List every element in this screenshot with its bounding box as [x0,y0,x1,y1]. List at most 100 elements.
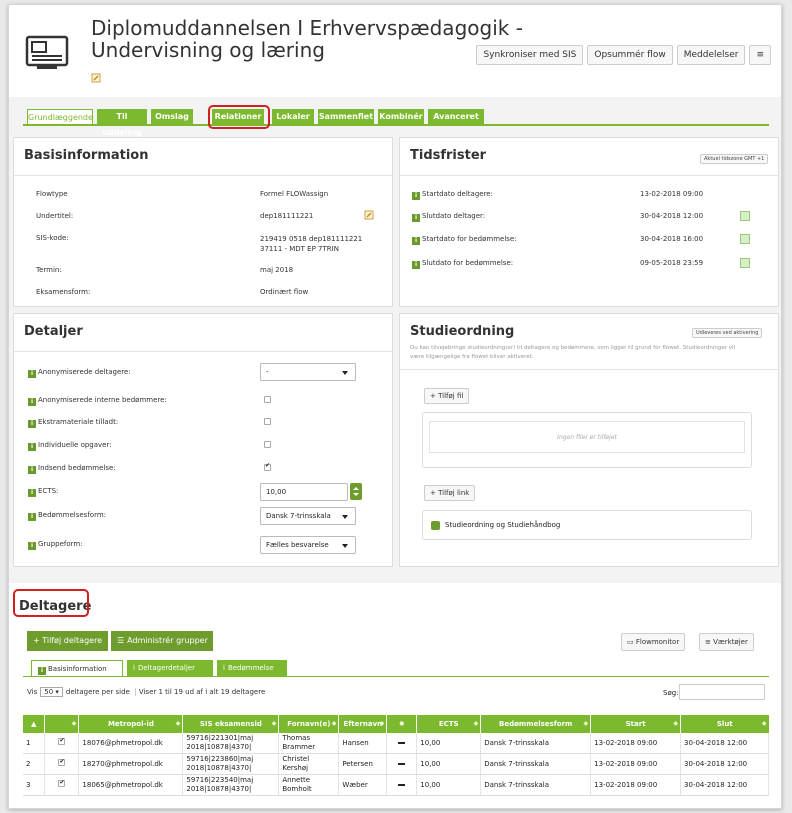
manage-groups-button[interactable]: ☰ Administrér grupper [111,631,213,651]
ects-input[interactable]: 10,00 [260,483,348,501]
info-icon[interactable]: i [28,420,36,428]
efternavn-cell: Wæber [338,774,388,796]
ects-stepper[interactable] [350,483,362,500]
indsend-bedommelse-checkbox[interactable] [264,462,271,471]
info-icon[interactable]: i [412,214,420,222]
gruppeform-select[interactable]: Fælles besvarelse [260,536,356,554]
tab-sammenflet[interactable]: Sammenflet [318,109,374,125]
subtab-bedommelse[interactable]: i Bedømmelse [217,660,287,677]
dash-icon [398,762,406,765]
col-ects[interactable]: ECTS ◆ [416,715,482,733]
subtab-basisinformation-label: Basisinformation [48,665,107,673]
col-slut[interactable]: Slut ◆ [680,715,769,733]
calendar-icon[interactable] [740,258,750,268]
info-icon[interactable]: i [412,192,420,200]
subtab-bedommelse-label: Bedømmelse [227,664,274,672]
add-file-button[interactable]: + Tilføj fil [424,388,470,404]
sis-kode-label: SIS-kode: [36,234,69,242]
undertitel-value: dep181111221 [260,212,314,220]
sort-icon: ◆ [761,720,767,727]
tab-kombiner[interactable]: Kombinér [378,109,424,125]
info-icon[interactable]: i [412,261,420,269]
group-cell [386,774,418,796]
individuelle-opgaver-checkbox[interactable] [264,441,271,448]
fornavn-cell: Annette Bomholt [278,774,340,796]
app-window: Diplomuddannelsen I Erhvervspædagogik - … [8,4,782,809]
bedommelsesform-select[interactable]: Dansk 7-trinsskala [260,507,356,525]
flowmonitor-button[interactable]: ▭ Flowmonitor [621,633,686,651]
tab-grundlaeggende[interactable]: Grundlæggende [27,109,93,125]
col-fornavn[interactable]: Fornavn(e) ◆ [278,715,340,733]
page-size-control: Vis 50 ▾ deltagere per side Viser 1 til … [27,687,265,697]
row-checkbox[interactable] [58,778,66,787]
edit-icon[interactable] [91,73,101,83]
anon-interne-checkbox[interactable] [264,396,271,403]
col-metropol-id-label: Metropol-id [107,720,154,728]
col-metropol-id[interactable]: Metropol-id ◆ [78,715,184,733]
col-select[interactable]: ◆ [44,715,80,733]
showing-count: Viser 1 til 19 ud af i alt 19 deltagere [134,688,265,696]
row-checkbox-cell [44,733,80,754]
edit-subtitle-icon[interactable] [364,210,374,220]
tab-til-uddeling[interactable]: Til uddeling [97,109,147,137]
row-checkbox[interactable] [58,736,66,745]
ekstramateriale-checkbox[interactable] [264,418,271,425]
tab-lokaler[interactable]: Lokaler [272,109,314,125]
stepper-arrows-icon [353,487,359,496]
tab-underline [23,124,769,126]
link-icon [431,521,440,530]
group-icon: ✹ [398,720,405,728]
summarize-flow-button[interactable]: Opsummér flow [587,45,673,65]
col-start[interactable]: Start ◆ [590,715,682,733]
anon-deltagere-select[interactable]: - [260,363,356,381]
efternavn-cell: Petersen [338,753,388,775]
info-icon[interactable]: i [28,542,36,550]
tab-avanceret[interactable]: Avanceret [428,109,484,125]
col-group[interactable]: ✹ [386,715,418,733]
add-link-button[interactable]: + Tilføj link [424,485,476,501]
computer-screen-icon [25,35,69,69]
col-row-number[interactable]: ▲ [23,715,46,733]
menu-button[interactable]: ≡ [749,45,771,65]
link-item[interactable]: Studieordning og Studiehåndbog [422,510,752,540]
sis-kode-value: 219419 0518 dep181111221 37111 - MDT EP … [260,235,363,253]
sort-icon: ◆ [473,720,479,727]
tab-omslag[interactable]: Omslag [151,109,193,125]
calendar-icon[interactable] [740,234,750,244]
info-icon[interactable]: i [28,443,36,451]
info-icon[interactable]: i [28,398,36,406]
sort-icon: ◆ [175,720,181,727]
subtab-basisinformation[interactable]: i Basisinformation [31,660,123,677]
info-icon[interactable]: i [28,370,36,378]
col-efternavn[interactable]: Efternavn ◆ [338,715,388,733]
search-input[interactable] [679,684,765,700]
row-number: 2 [23,753,46,775]
studieordning-panel: Studieordning Udleveres ved aktivering D… [399,313,779,567]
tidsfrister-panel: Tidsfrister Aktuel tidszone GMT +1 i Star… [399,137,779,307]
slutdato-bedommelse-value: 09-05-2018 23:59 [640,259,704,267]
info-icon[interactable]: i [28,513,36,521]
startdato-bedommelse-label: Startdato for bedømmelse: [422,235,517,243]
table-row[interactable]: 2 18270@phmetropol.dk 59716|223860|maj 2… [23,753,769,775]
messages-button[interactable]: Meddelelser [676,45,746,65]
fornavn-cell: Thomas Brammer [278,733,340,754]
calendar-icon[interactable] [740,211,750,221]
col-sis-eksamensid[interactable]: SIS eksamensid ◆ [182,715,280,733]
groups-icon: ☰ [117,636,125,645]
sort-icon: ◆ [71,720,77,727]
add-participants-button[interactable]: + Tilføj deltagere [27,631,109,651]
table-row[interactable]: 1 18076@phmetropol.dk 59716|221301|maj 2… [23,733,769,754]
sort-icon: ◆ [583,720,589,727]
info-icon[interactable]: i [28,466,36,474]
col-start-label: Start [625,720,646,728]
tools-button[interactable]: ≡ Værktøjer [699,633,754,651]
info-icon[interactable]: i [28,489,36,497]
table-row[interactable]: 3 18065@phmetropol.dk 59716|223540|maj 2… [23,774,769,796]
sync-sis-button[interactable]: Synkroniser med SIS [476,45,584,65]
col-bedommelsesform[interactable]: Bedømmelsesform ◆ [480,715,592,733]
row-checkbox[interactable] [58,757,66,766]
subtab-deltagerdetaljer[interactable]: i Deltagerdetaljer [127,660,213,677]
page-size-select[interactable]: 50 ▾ [40,687,63,697]
page-title: Diplomuddannelsen I Erhvervspædagogik - … [91,17,531,61]
info-icon[interactable]: i [412,237,420,245]
